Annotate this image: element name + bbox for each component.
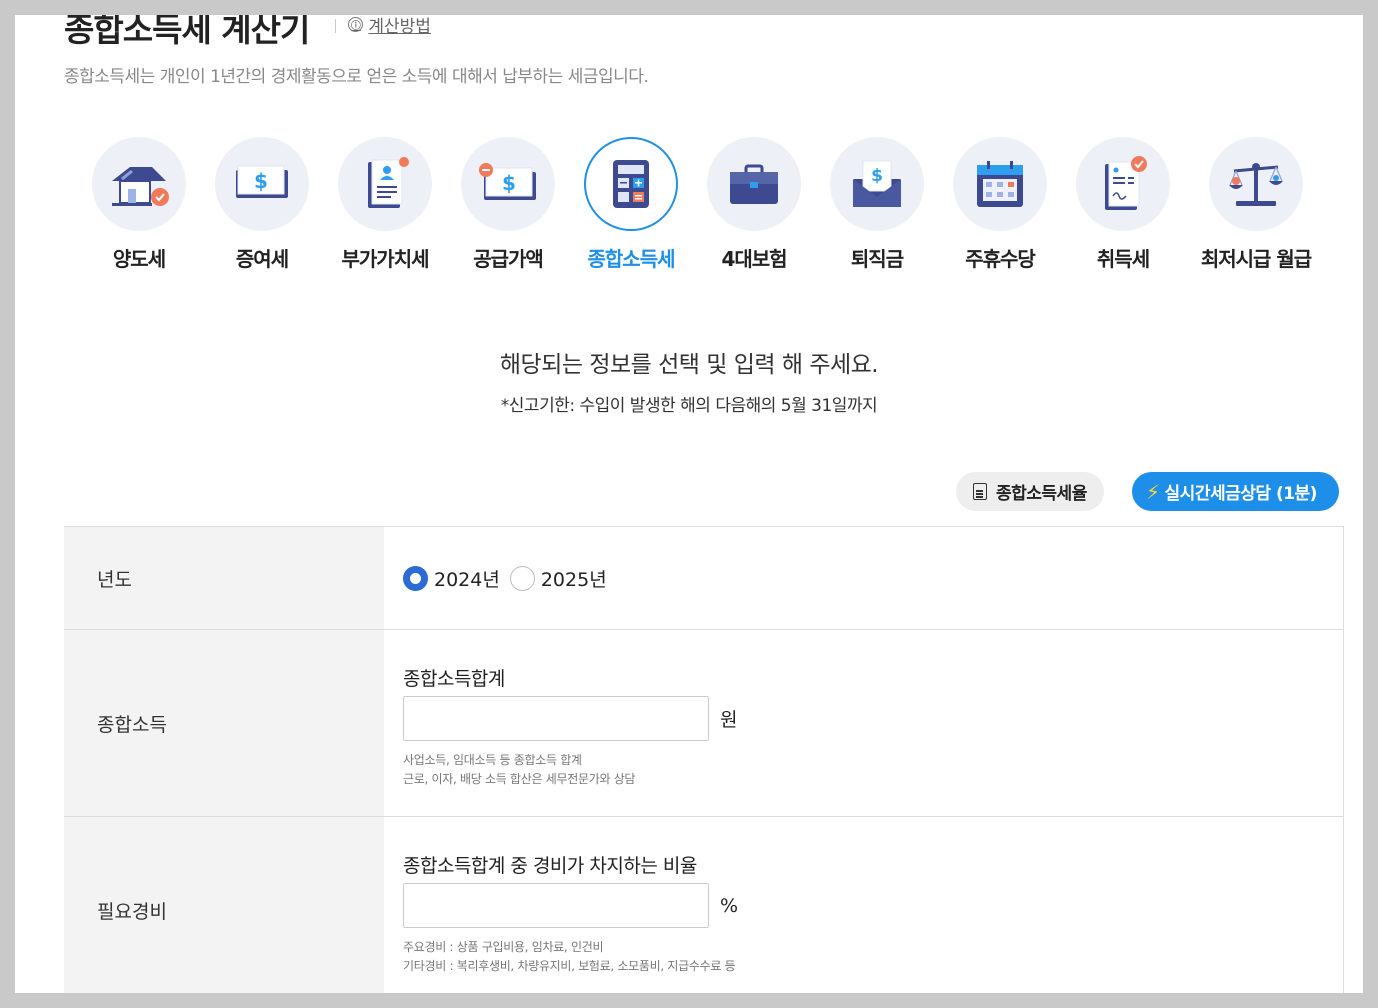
contract-icon <box>1076 137 1170 231</box>
svg-text:$: $ <box>871 166 883 186</box>
income-help-line: 사업소득, 임대소득 등 종합소득 합계 <box>403 753 582 767</box>
category-minimum-wage[interactable]: 최저시급 월급 <box>1194 137 1318 272</box>
document-person-icon <box>338 137 432 231</box>
realtime-consult-button[interactable]: ⚡ 실시간세금상담 (1분) <box>1132 472 1339 511</box>
category-label: 주휴수당 <box>965 247 1036 271</box>
year-label: 년도 <box>64 527 384 629</box>
svg-text:$: $ <box>254 169 268 193</box>
category-severance-pay[interactable]: $ 퇴직금 <box>815 137 939 272</box>
page-subtitle: 종합소득세는 개인이 1년간의 경제활동으로 얻은 소득에 대해서 납부하는 세… <box>64 67 649 87</box>
category-supply-value[interactable]: $ 공급가액 <box>446 137 570 272</box>
category-social-insurance[interactable]: 4대보험 <box>692 137 816 272</box>
category-label: 공급가액 <box>473 247 544 271</box>
income-help-text: 사업소득, 임대소득 등 종합소득 합계 근로, 이자, 배당 소득 합산은 세… <box>403 751 1343 789</box>
expense-help-line: 주요경비 : 상품 구입비용, 임차료, 인건비 <box>403 940 604 954</box>
category-label: 퇴직금 <box>850 247 904 271</box>
money-tray-icon: $ <box>215 137 309 231</box>
category-label: 취득세 <box>1096 247 1150 271</box>
category-label: 양도세 <box>112 247 166 271</box>
expense-unit: % <box>720 894 739 917</box>
form-row-income: 종합소득 종합소득합계 원 사업소득, 임대소득 등 종합소득 합계 근로, 이… <box>64 630 1344 817</box>
lightning-icon: ⚡ <box>1146 479 1160 504</box>
year-radio-group: 2024년 2025년 <box>403 527 1343 629</box>
income-tax-rates-label: 종합소득세율 <box>996 484 1087 504</box>
realtime-consult-label: 실시간세금상담 (1분) <box>1164 484 1318 504</box>
house-icon <box>92 137 186 231</box>
briefcase-icon <box>707 137 801 231</box>
income-cell: 종합소득합계 원 사업소득, 임대소득 등 종합소득 합계 근로, 이자, 배당… <box>384 630 1344 816</box>
category-income-tax[interactable]: 종합소득세 <box>569 137 693 272</box>
expense-help-text: 주요경비 : 상품 구입비용, 임차료, 인건비 기타경비 : 복리후생비, 차… <box>403 938 1343 976</box>
calculator-category-nav: 양도세 $ 증여세 부가가치세 $ 공급가액 종합소득세 4대보험 $ 퇴직금 … <box>15 137 1363 277</box>
year-option-label: 2025년 <box>540 568 607 591</box>
header: 종합소득세 계산기 ⓘ 계산방법 <box>64 15 431 51</box>
guide-message: 해당되는 정보를 선택 및 입력 해 주세요. <box>499 352 879 378</box>
category-label: 증여세 <box>235 247 289 271</box>
calendar-icon <box>953 137 1047 231</box>
form-row-year: 년도 2024년 2025년 <box>64 527 1344 630</box>
svg-text:$: $ <box>502 171 516 195</box>
category-vat[interactable]: 부가가치세 <box>323 137 447 272</box>
expense-field-line: % <box>403 883 1343 928</box>
tax-input-form: 년도 2024년 2025년 종합소득 종합소득합계 원 사업소득, 임대소득 … <box>64 526 1344 993</box>
income-tax-rates-button[interactable]: 종합소득세율 <box>956 472 1104 511</box>
category-acquisition-tax[interactable]: 취득세 <box>1061 137 1185 272</box>
document-icon <box>973 483 987 500</box>
radio-unchecked-icon <box>509 565 535 591</box>
income-field-title: 종합소득합계 <box>403 668 505 690</box>
form-row-expense: 필요경비 종합소득합계 중 경비가 차지하는 비율 % 주요경비 : 상품 구입… <box>64 817 1344 993</box>
expense-cell: 종합소득합계 중 경비가 차지하는 비율 % 주요경비 : 상품 구입비용, 임… <box>384 817 1344 993</box>
year-radio-2024[interactable]: 2024년 <box>403 565 500 592</box>
expense-label: 필요경비 <box>64 817 384 993</box>
category-gift-tax[interactable]: $ 증여세 <box>200 137 324 272</box>
calculation-method-label: 계산방법 <box>368 17 431 37</box>
calculator-page: 종합소득세 계산기 ⓘ 계산방법 종합소득세는 개인이 1년간의 경제활동으로 … <box>15 15 1363 993</box>
income-field-line: 원 <box>403 696 1343 741</box>
calculator-icon <box>584 137 678 231</box>
calculation-method-link[interactable]: ⓘ 계산방법 <box>348 15 431 37</box>
page-title: 종합소득세 계산기 <box>64 15 310 49</box>
category-label: 4대보험 <box>721 247 787 271</box>
income-total-input[interactable] <box>403 696 709 741</box>
category-capital-gains-tax[interactable]: 양도세 <box>77 137 201 272</box>
category-label: 최저시급 월급 <box>1200 247 1312 271</box>
year-radio-2025[interactable]: 2025년 <box>509 565 607 592</box>
income-label: 종합소득 <box>64 630 384 816</box>
category-label: 종합소득세 <box>587 247 676 271</box>
expense-field-title: 종합소득합계 중 경비가 차지하는 비율 <box>403 855 697 877</box>
expense-ratio-input[interactable] <box>403 883 709 928</box>
divider <box>335 19 337 33</box>
income-unit: 원 <box>720 709 738 731</box>
filing-deadline-note: *신고기한: 수입이 발생한 해의 다음해의 5월 31일까지 <box>500 396 878 416</box>
year-option-label: 2024년 <box>434 568 500 591</box>
category-weekly-holiday-pay[interactable]: 주휴수당 <box>938 137 1062 272</box>
money-minus-icon: $ <box>461 137 555 231</box>
scales-icon <box>1209 137 1303 231</box>
expense-help-line: 기타경비 : 복리후생비, 차량유지비, 보험료, 소모품비, 지급수수료 등 <box>403 959 736 973</box>
envelope-money-icon: $ <box>830 137 924 231</box>
radio-checked-icon <box>403 565 428 591</box>
category-label: 부가가치세 <box>341 247 430 271</box>
year-cell: 2024년 2025년 <box>384 527 1344 629</box>
income-help-line: 근로, 이자, 배당 소득 합산은 세무전문가와 상담 <box>403 772 636 786</box>
info-icon: ⓘ <box>348 17 364 32</box>
